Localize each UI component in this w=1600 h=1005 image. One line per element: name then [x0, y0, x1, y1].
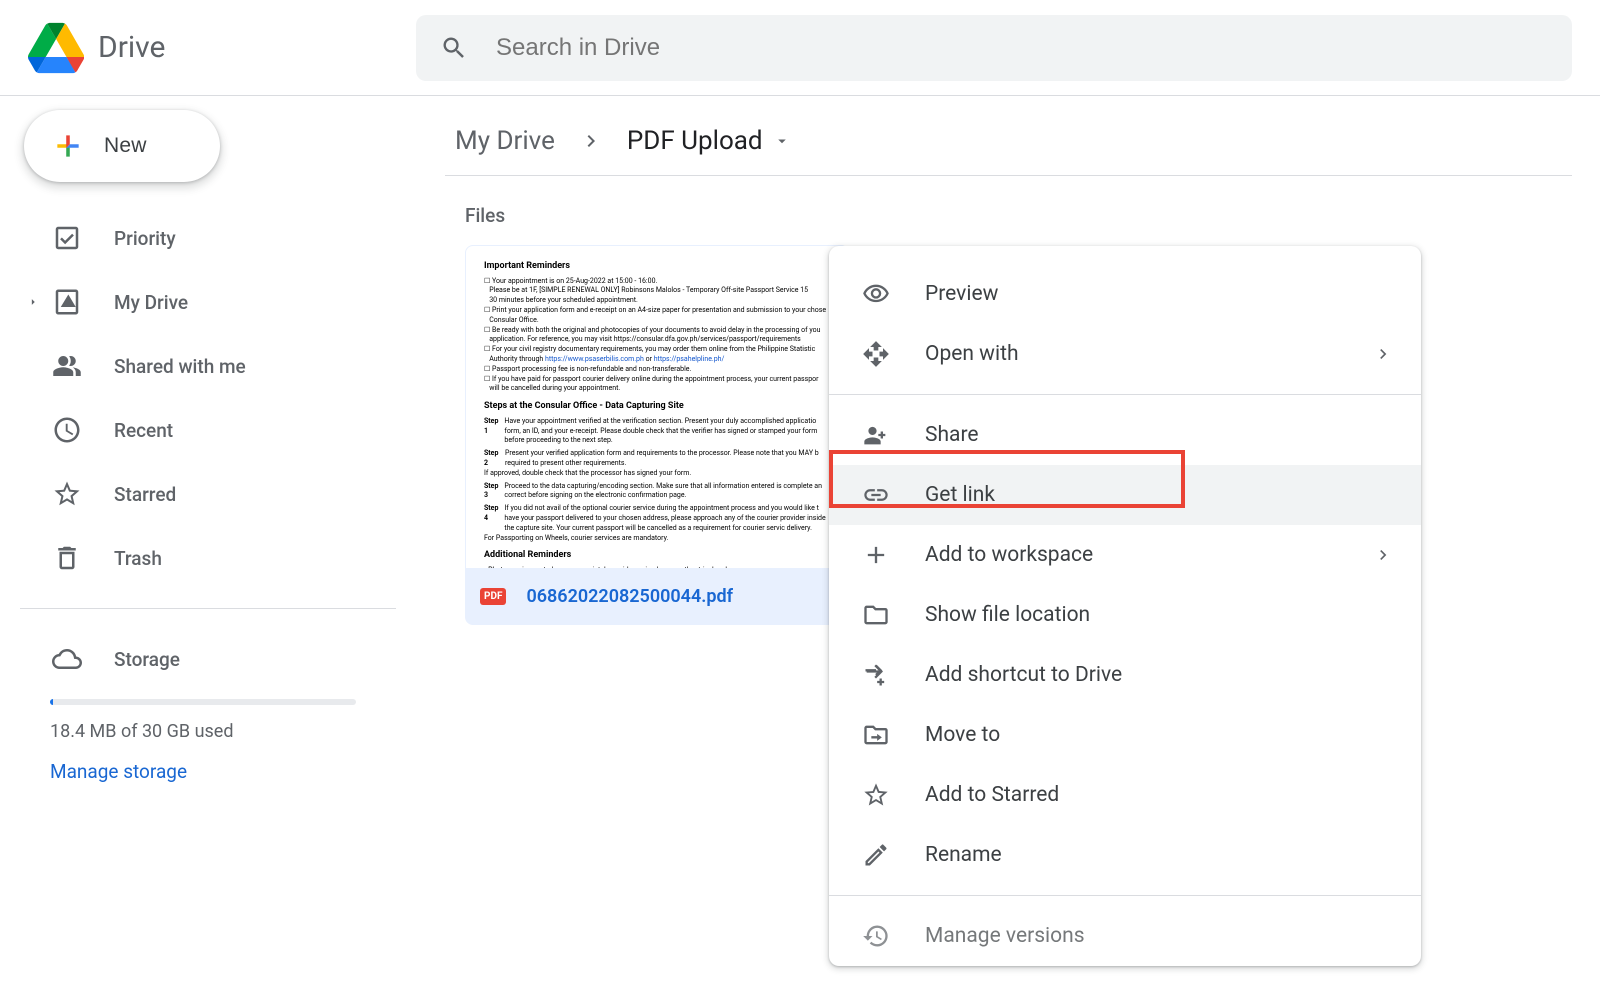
context-menu: Preview Open with Share Get link Add to …	[829, 246, 1421, 966]
ctx-item-showlocation[interactable]: Show file location	[829, 585, 1421, 645]
new-button-label: New	[104, 134, 147, 158]
eye-icon	[862, 280, 890, 308]
ctx-item-versions[interactable]: Manage versions	[829, 906, 1421, 966]
ctx-label: Add to Starred	[925, 783, 1059, 807]
plus-icon	[52, 130, 84, 162]
nav-label: My Drive	[114, 291, 188, 314]
search-bar[interactable]	[416, 15, 1572, 81]
sidebar: New Priority My Drive Shared with me Rec…	[0, 96, 416, 1005]
file-thumbnail: Important Reminders ☐ Your appointment i…	[466, 246, 848, 568]
file-card[interactable]: Important Reminders ☐ Your appointment i…	[465, 245, 849, 625]
ctx-label: Show file location	[925, 603, 1090, 627]
breadcrumb-current[interactable]: PDF Upload	[617, 120, 801, 162]
new-button[interactable]: New	[24, 110, 220, 182]
shared-icon	[52, 351, 82, 381]
ctx-item-openwith[interactable]: Open with	[829, 324, 1421, 384]
ctx-item-preview[interactable]: Preview	[829, 264, 1421, 324]
storage-used-text: 18.4 MB of 30 GB used	[20, 721, 416, 760]
search-input[interactable]	[496, 34, 1548, 62]
nav-label: Priority	[114, 227, 176, 250]
versions-icon	[862, 922, 890, 950]
nav-label: Recent	[114, 419, 173, 442]
openwith-icon	[862, 340, 890, 368]
sidebar-item-mydrive[interactable]: My Drive	[20, 270, 396, 334]
ctx-label: Preview	[925, 282, 998, 306]
starred-icon	[52, 479, 82, 509]
ctx-item-addstarred[interactable]: Add to Starred	[829, 765, 1421, 825]
section-label-files: Files	[445, 176, 1572, 245]
sidebar-separator	[20, 608, 396, 609]
chevron-right-icon	[1373, 545, 1393, 565]
file-name: 06862022082500044.pdf	[526, 586, 733, 607]
sidebar-item-shared[interactable]: Shared with me	[20, 334, 396, 398]
expand-icon	[26, 295, 40, 309]
ctx-item-share[interactable]: Share	[829, 405, 1421, 465]
breadcrumb-root[interactable]: My Drive	[445, 120, 565, 162]
share-icon	[862, 421, 890, 449]
manage-storage-link[interactable]: Manage storage	[20, 760, 416, 793]
chevron-right-icon	[1373, 344, 1393, 364]
sidebar-item-trash[interactable]: Trash	[20, 526, 396, 590]
ctx-item-moveto[interactable]: Move to	[829, 705, 1421, 765]
storage-icon	[52, 644, 82, 674]
search-icon	[440, 34, 468, 62]
ctx-label: Rename	[925, 843, 1002, 867]
recent-icon	[52, 415, 82, 445]
ctx-label: Manage versions	[925, 924, 1085, 948]
moveto-icon	[862, 721, 890, 749]
ctx-item-getlink[interactable]: Get link	[829, 465, 1421, 525]
file-footer: PDF 06862022082500044.pdf	[466, 568, 848, 624]
chevron-down-icon	[773, 132, 791, 150]
ctx-label: Add shortcut to Drive	[925, 663, 1122, 687]
mydrive-icon	[52, 287, 82, 317]
nav-label: Trash	[114, 547, 162, 570]
ctx-label: Share	[925, 423, 979, 447]
chevron-right-icon	[579, 129, 603, 153]
sidebar-item-storage[interactable]: Storage	[20, 627, 396, 691]
app-name: Drive	[98, 30, 165, 65]
ctx-separator	[829, 394, 1421, 395]
logo[interactable]: Drive	[28, 20, 416, 76]
nav-label: Shared with me	[114, 355, 246, 378]
ctx-item-addworkspace[interactable]: Add to workspace	[829, 525, 1421, 585]
ctx-label: Open with	[925, 342, 1019, 366]
plus-icon	[862, 541, 890, 569]
breadcrumb: My Drive PDF Upload	[445, 116, 1572, 176]
star-icon	[862, 781, 890, 809]
sidebar-item-recent[interactable]: Recent	[20, 398, 396, 462]
ctx-label: Move to	[925, 723, 1000, 747]
main-content: My Drive PDF Upload Files Important Remi…	[416, 96, 1600, 1005]
ctx-item-rename[interactable]: Rename	[829, 825, 1421, 885]
sidebar-item-priority[interactable]: Priority	[20, 206, 396, 270]
drive-logo-icon	[28, 20, 84, 76]
app-header: Drive	[0, 0, 1600, 96]
shortcut-icon	[862, 661, 890, 689]
trash-icon	[52, 543, 82, 573]
nav-label: Storage	[114, 648, 180, 671]
ctx-item-shortcut[interactable]: Add shortcut to Drive	[829, 645, 1421, 705]
rename-icon	[862, 841, 890, 869]
ctx-label: Add to workspace	[925, 543, 1093, 567]
breadcrumb-current-label: PDF Upload	[627, 126, 763, 156]
folder-icon	[862, 601, 890, 629]
pdf-icon: PDF	[480, 588, 506, 605]
sidebar-item-starred[interactable]: Starred	[20, 462, 396, 526]
priority-icon	[52, 223, 82, 253]
nav-label: Starred	[114, 483, 176, 506]
ctx-separator	[829, 895, 1421, 896]
ctx-label: Get link	[925, 483, 995, 507]
link-icon	[862, 481, 890, 509]
storage-progress	[50, 699, 356, 705]
